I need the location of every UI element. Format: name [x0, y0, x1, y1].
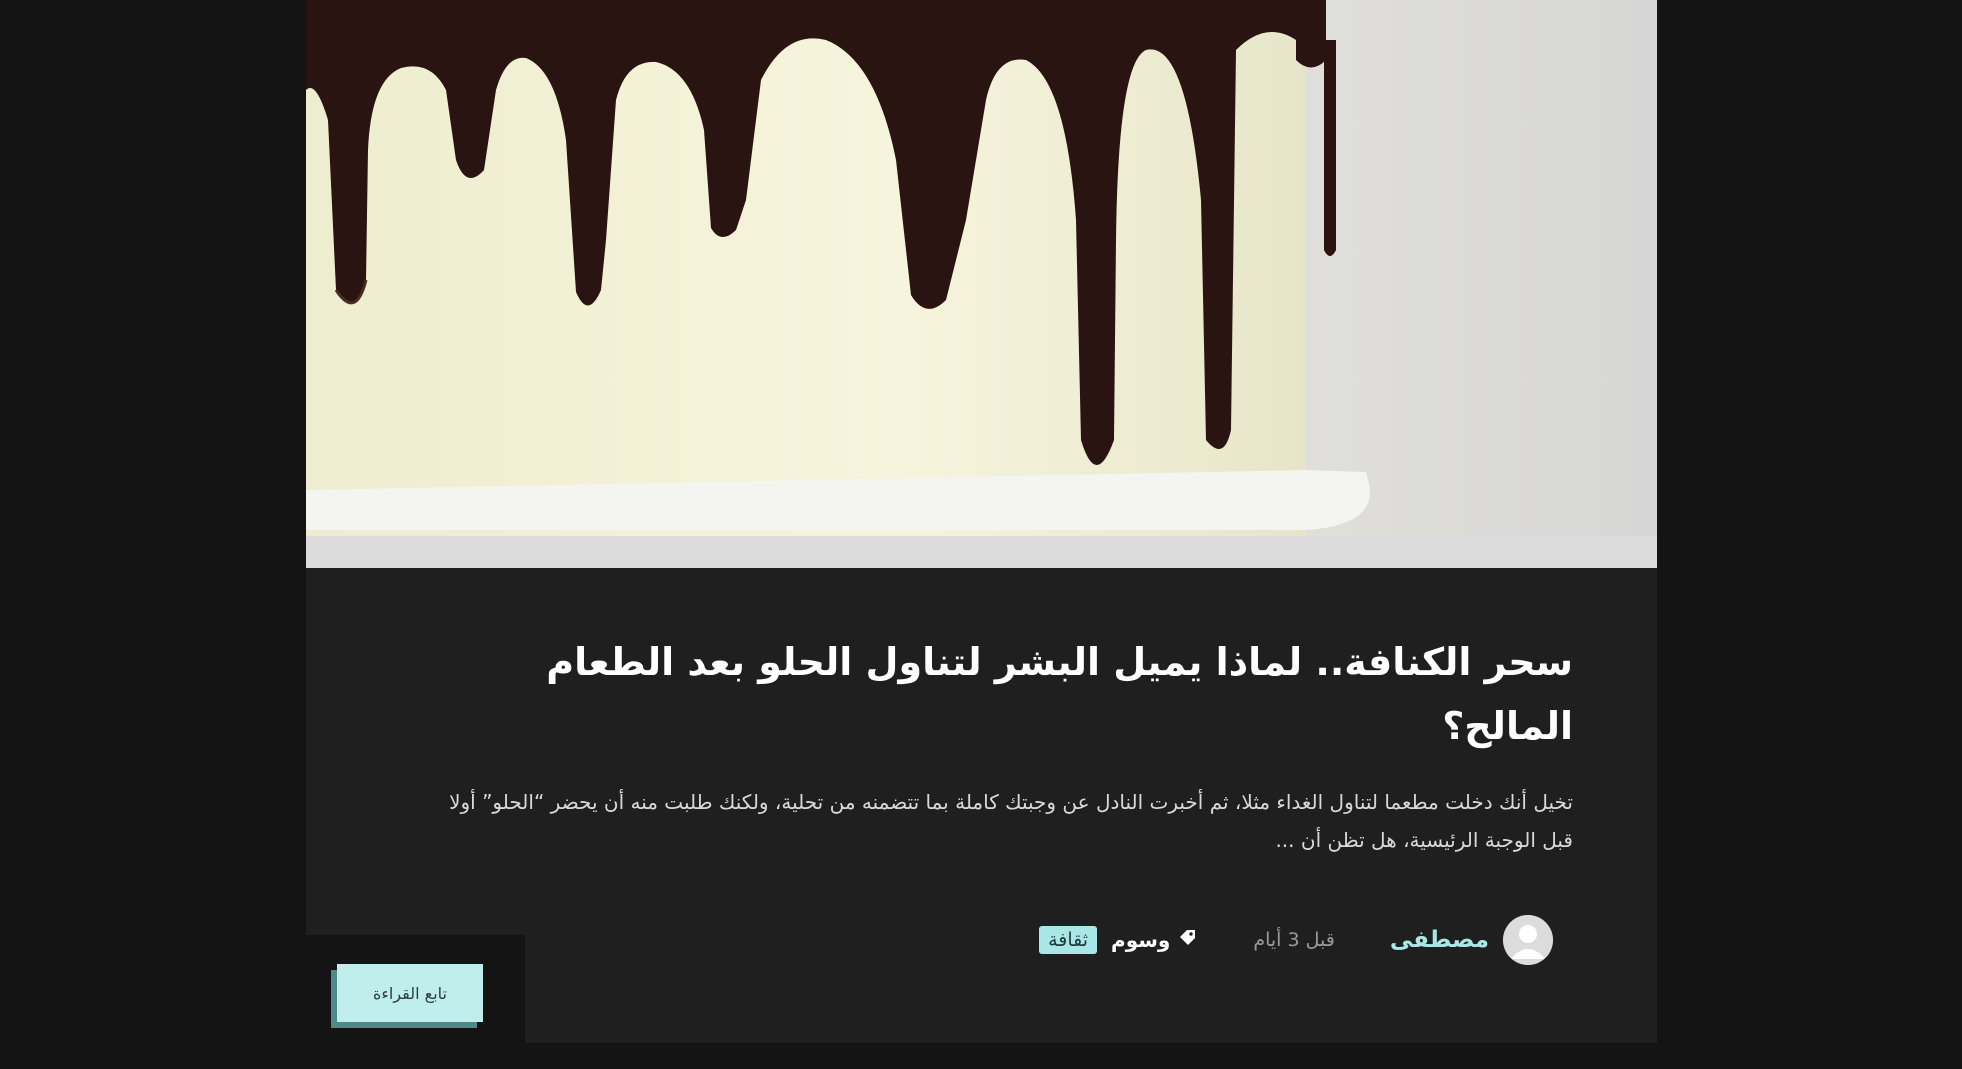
author-name[interactable]: مصطفى — [1390, 927, 1489, 953]
user-avatar-icon — [1503, 915, 1553, 965]
read-more-button[interactable]: تابع القراءة — [337, 964, 483, 1022]
tags-label: وسوم — [1111, 928, 1171, 952]
read-more-container: تابع القراءة — [306, 935, 525, 1043]
tag-icon — [1178, 928, 1198, 952]
article-excerpt: تخيل أنك دخلت مطعما لتناول الغداء مثلا، … — [449, 790, 1573, 852]
article-meta: مصطفى قبل 3 أيام وسوم ثقافة — [1039, 913, 1553, 967]
tag-badge[interactable]: ثقافة — [1039, 926, 1098, 954]
article-title[interactable]: سحر الكنافة.. لماذا يميل البشر لتناول ال… — [463, 630, 1573, 758]
article-hero-image[interactable] — [306, 0, 1657, 568]
article-card: سحر الكنافة.. لماذا يميل البشر لتناول ال… — [306, 0, 1657, 1043]
author[interactable]: مصطفى — [1390, 915, 1553, 965]
tags: وسوم ثقافة — [1039, 926, 1198, 954]
cake-image — [306, 0, 1657, 568]
post-date: قبل 3 أيام — [1253, 929, 1335, 951]
